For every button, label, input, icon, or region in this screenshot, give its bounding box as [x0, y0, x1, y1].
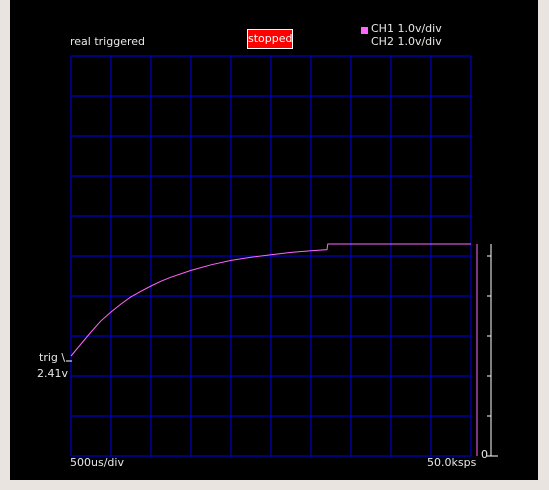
scale-zero-label: 0 [481, 448, 488, 461]
acquisition-mode-label: real triggered [70, 35, 145, 48]
trigger-label: trig \ [39, 351, 66, 364]
scope-plot [66, 55, 498, 457]
sample-rate-label: 50.0ksps [427, 456, 477, 469]
ch2-scale-label[interactable]: CH2 1.0v/div [371, 36, 442, 48]
trigger-level-value: 2.41v [37, 367, 69, 380]
ch1-scale-label[interactable]: CH1 1.0v/div [371, 23, 442, 35]
stopped-status-button[interactable]: stopped [247, 29, 293, 49]
ch1-color-swatch [361, 27, 368, 34]
timebase-label: 500us/div [70, 456, 124, 469]
